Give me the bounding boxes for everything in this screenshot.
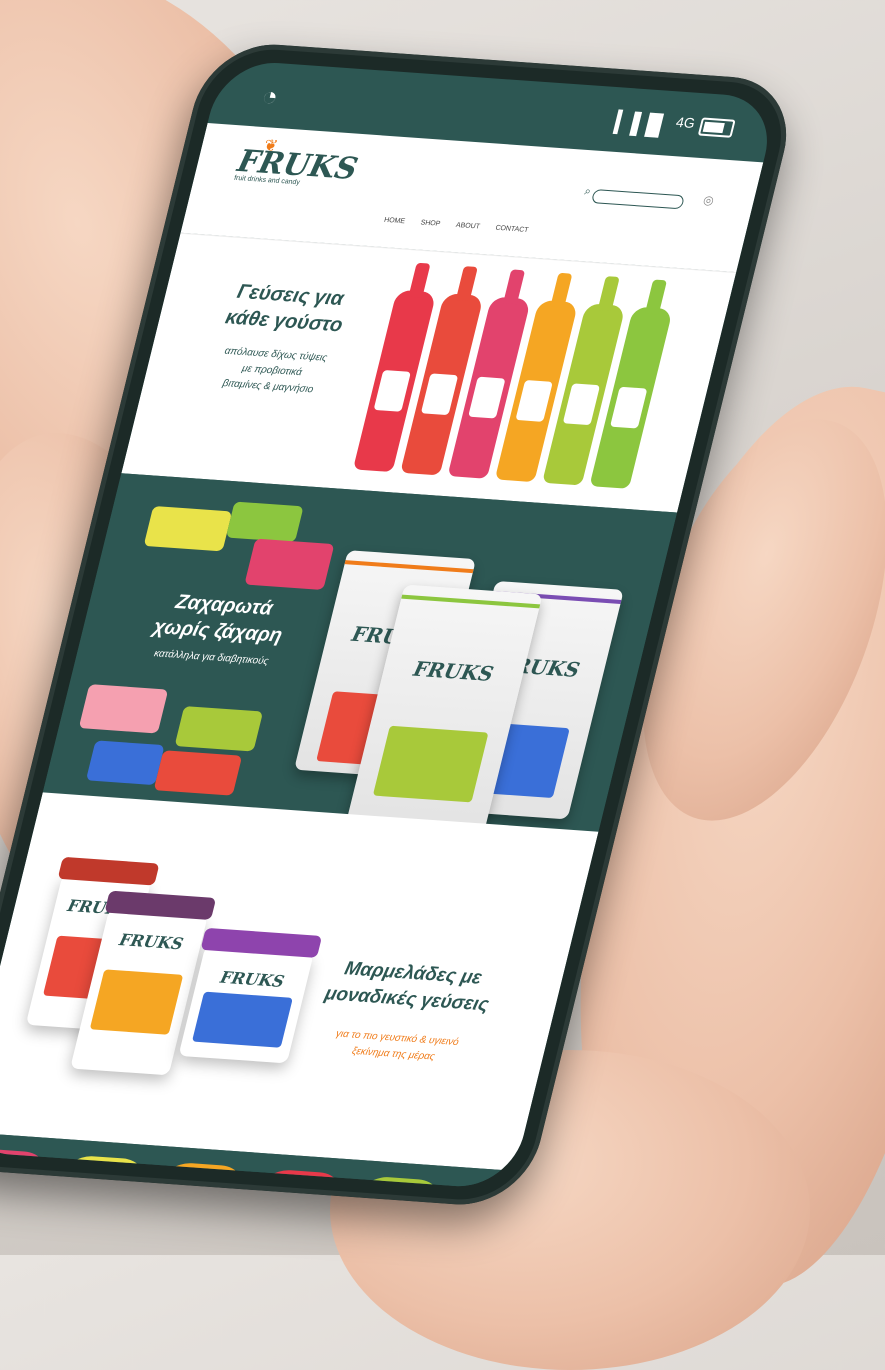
bottle-row <box>352 289 673 489</box>
banner-bottle <box>325 1175 449 1190</box>
signal-icon: ▎▌█ <box>613 111 665 137</box>
candy-wrapper <box>225 501 304 543</box>
search-icon[interactable]: ⌕ <box>583 185 592 198</box>
candy-section: Ζαχαρωτά χωρίς ζάχαρη κατάλληλα για διαβ… <box>42 473 678 834</box>
banner-bottle <box>128 1161 252 1190</box>
candy-wrapper <box>78 684 169 734</box>
drinks-section: Γεύσεις για κάθε γούστο απόλαυσε δίχως τ… <box>121 232 737 513</box>
nav-home[interactable]: HOME <box>383 217 405 225</box>
nav-about[interactable]: ABOUT <box>455 222 480 231</box>
wifi-icon: ◔ <box>258 80 282 112</box>
search-input[interactable] <box>590 189 685 210</box>
logo[interactable]: ❦ FRUKS fruit drinks and candy <box>233 137 361 190</box>
candy-wrapper <box>143 505 233 552</box>
jams-title: Μαρμελάδες με μοναδικές γεύσεις <box>322 958 491 1016</box>
main-nav: HOME SHOP ABOUT CONTACT <box>383 217 529 234</box>
jams-section: FRUKS FRUKS FRUKS Μαρμελάδες με μοναδικέ… <box>0 792 599 1171</box>
candy-title: Ζαχαρωτά χωρίς ζάχαρη <box>151 590 285 647</box>
nav-contact[interactable]: CONTACT <box>495 225 530 234</box>
cart-icon[interactable]: ◎ <box>702 193 716 208</box>
jam-jar-side[interactable]: FRUKS <box>178 927 323 1064</box>
battery-icon <box>697 117 736 138</box>
drinks-subtitle: απόλαυσε δίχως τύψεις με προβιοτικά βιτα… <box>221 345 329 396</box>
banner-bottle <box>0 1147 55 1190</box>
candy-wrapper <box>153 750 243 796</box>
candy-wrapper <box>244 538 335 590</box>
nav-shop[interactable]: SHOP <box>420 219 441 227</box>
candy-wrapper <box>85 740 165 786</box>
banner-bottle <box>226 1168 350 1190</box>
banner-bottle <box>29 1154 153 1190</box>
candy-subtitle: κατάλληλα για διαβητικούς <box>152 648 270 668</box>
candy-wrapper <box>174 706 264 752</box>
network-label: 4G <box>674 113 697 132</box>
drinks-title: Γεύσεις για κάθε γούστο <box>223 280 347 337</box>
jams-subtitle: για το πιο γευστικό & υγιεινό ξεκίνημα τ… <box>334 1028 460 1063</box>
